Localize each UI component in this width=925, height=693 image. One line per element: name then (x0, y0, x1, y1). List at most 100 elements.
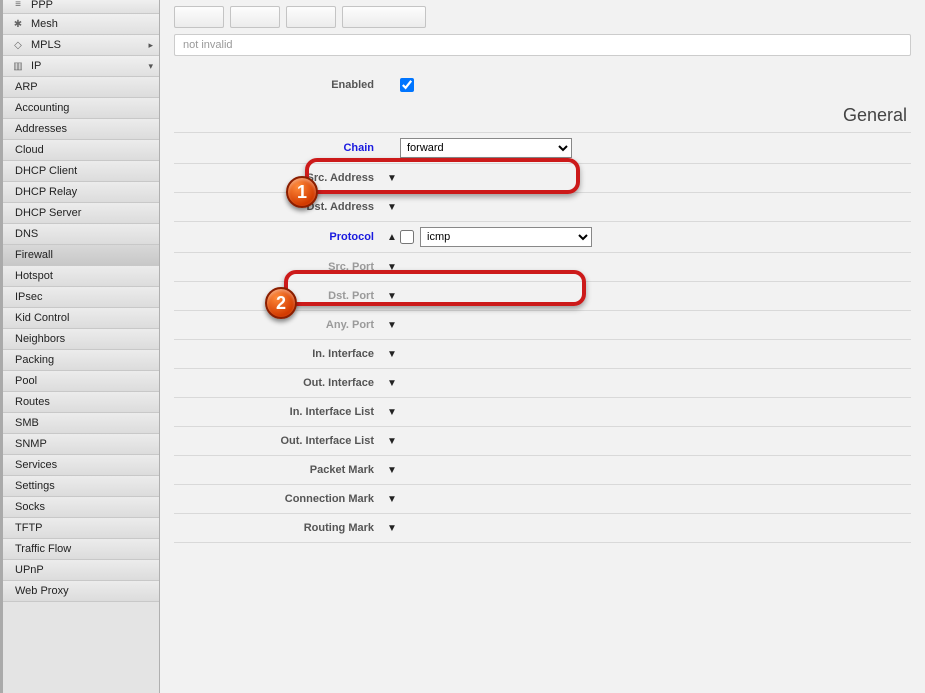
sidebar-item-label: Addresses (15, 123, 67, 135)
sidebar-item-addresses[interactable]: Addresses (3, 119, 159, 140)
sidebar-item-label: UPnP (15, 564, 44, 576)
sidebar: ≡ PPP ✱ Mesh ◇ MPLS ▸ ▥ IP ▾ ARP Accounti… (0, 0, 160, 693)
chevron-right-icon: ▸ (148, 40, 153, 51)
sidebar-item-label: Hotspot (15, 270, 53, 282)
sidebar-item-arp[interactable]: ARP (3, 77, 159, 98)
sidebar-item-ipsec[interactable]: IPsec (3, 287, 159, 308)
sidebar-item-upnp[interactable]: UPnP (3, 560, 159, 581)
row-out-interface-list: Out. Interface List ▼ (174, 427, 911, 456)
section-title: General (843, 105, 907, 126)
expand-toggle[interactable]: ▼ (384, 436, 400, 447)
sidebar-item-label: Pool (15, 375, 37, 387)
expand-toggle[interactable]: ▼ (384, 465, 400, 476)
sidebar-item-kid-control[interactable]: Kid Control (3, 308, 159, 329)
row-dst-address: Dst. Address ▼ (174, 193, 911, 222)
src-port-label: Src. Port (174, 261, 384, 273)
ip-icon: ▥ (11, 59, 25, 73)
sidebar-item-ppp[interactable]: ≡ PPP (3, 0, 159, 14)
sidebar-item-dhcp-client[interactable]: DHCP Client (3, 161, 159, 182)
mpls-icon: ◇ (11, 38, 25, 52)
enabled-checkbox[interactable] (400, 78, 414, 92)
sidebar-item-label: Neighbors (15, 333, 65, 345)
expand-toggle[interactable]: ▼ (384, 349, 400, 360)
mesh-icon: ✱ (11, 17, 25, 31)
expand-toggle[interactable]: ▼ (384, 378, 400, 389)
sidebar-item-label: ARP (15, 81, 38, 93)
sidebar-item-web-proxy[interactable]: Web Proxy (3, 581, 159, 602)
sidebar-item-label: DNS (15, 228, 38, 240)
protocol-select[interactable]: icmp (420, 227, 592, 247)
sidebar-item-traffic-flow[interactable]: Traffic Flow (3, 539, 159, 560)
row-in-interface: In. Interface ▼ (174, 340, 911, 369)
sidebar-item-mpls[interactable]: ◇ MPLS ▸ (3, 35, 159, 56)
sidebar-item-snmp[interactable]: SNMP (3, 434, 159, 455)
expand-toggle[interactable]: ▼ (384, 320, 400, 331)
sidebar-item-dhcp-relay[interactable]: DHCP Relay (3, 182, 159, 203)
row-any-port: Any. Port ▼ (174, 311, 911, 340)
expand-toggle[interactable]: ▼ (384, 494, 400, 505)
row-routing-mark: Routing Mark ▼ (174, 514, 911, 543)
collapse-toggle[interactable]: ▲ (384, 232, 400, 243)
row-enabled: Enabled (174, 70, 911, 99)
sidebar-item-smb[interactable]: SMB (3, 413, 159, 434)
sidebar-item-label: IP (31, 60, 41, 72)
toolbar-button[interactable] (230, 6, 280, 28)
packet-mark-label: Packet Mark (174, 464, 384, 476)
sidebar-item-label: IPsec (15, 291, 43, 303)
out-interface-list-label: Out. Interface List (174, 435, 384, 447)
sidebar-item-settings[interactable]: Settings (3, 476, 159, 497)
sidebar-item-label: Firewall (15, 249, 53, 261)
toolbar (174, 6, 911, 28)
sidebar-item-label: Routes (15, 396, 50, 408)
expand-toggle[interactable]: ▼ (384, 523, 400, 534)
sidebar-item-services[interactable]: Services (3, 455, 159, 476)
sidebar-item-socks[interactable]: Socks (3, 497, 159, 518)
sidebar-item-label: MPLS (31, 39, 61, 51)
row-protocol: Protocol ▲ icmp (174, 222, 911, 253)
sidebar-item-hotspot[interactable]: Hotspot (3, 266, 159, 287)
row-chain: Chain forward (174, 133, 911, 164)
enabled-label: Enabled (174, 79, 384, 91)
expand-toggle[interactable]: ▼ (384, 291, 400, 302)
chevron-down-icon: ▾ (148, 61, 153, 72)
sidebar-item-tftp[interactable]: TFTP (3, 518, 159, 539)
sidebar-item-packing[interactable]: Packing (3, 350, 159, 371)
toolbar-button[interactable] (286, 6, 336, 28)
sidebar-item-label: DHCP Client (15, 165, 77, 177)
chain-select[interactable]: forward (400, 138, 572, 158)
sidebar-item-label: Services (15, 459, 57, 471)
sidebar-item-accounting[interactable]: Accounting (3, 98, 159, 119)
main-panel: not invalid Enabled General Chain forwar… (160, 0, 925, 693)
expand-toggle[interactable]: ▼ (384, 202, 400, 213)
toolbar-button[interactable] (342, 6, 426, 28)
sidebar-item-label: Traffic Flow (15, 543, 71, 555)
protocol-negate-checkbox[interactable] (400, 230, 414, 244)
sidebar-item-pool[interactable]: Pool (3, 371, 159, 392)
dst-port-label: Dst. Port (174, 290, 384, 302)
expand-toggle[interactable]: ▼ (384, 262, 400, 273)
sidebar-item-label: SMB (15, 417, 39, 429)
row-src-address: Src. Address ▼ (174, 164, 911, 193)
expand-toggle[interactable]: ▼ (384, 407, 400, 418)
ppp-icon: ≡ (11, 0, 25, 12)
expand-toggle[interactable]: ▼ (384, 173, 400, 184)
out-interface-label: Out. Interface (174, 377, 384, 389)
sidebar-item-firewall[interactable]: Firewall (3, 245, 159, 266)
toolbar-button[interactable] (174, 6, 224, 28)
sidebar-item-label: Cloud (15, 144, 44, 156)
ip-submenu: ARP Accounting Addresses Cloud DHCP Client DH… (3, 77, 159, 602)
row-connection-mark: Connection Mark ▼ (174, 485, 911, 514)
sidebar-item-dhcp-server[interactable]: DHCP Server (3, 203, 159, 224)
sidebar-item-neighbors[interactable]: Neighbors (3, 329, 159, 350)
protocol-label: Protocol (174, 231, 384, 243)
row-out-interface: Out. Interface ▼ (174, 369, 911, 398)
sidebar-item-routes[interactable]: Routes (3, 392, 159, 413)
row-in-interface-list: In. Interface List ▼ (174, 398, 911, 427)
in-interface-label: In. Interface (174, 348, 384, 360)
sidebar-item-cloud[interactable]: Cloud (3, 140, 159, 161)
sidebar-item-dns[interactable]: DNS (3, 224, 159, 245)
sidebar-item-label: Accounting (15, 102, 69, 114)
filter-bar[interactable]: not invalid (174, 34, 911, 56)
sidebar-item-mesh[interactable]: ✱ Mesh (3, 14, 159, 35)
sidebar-item-ip[interactable]: ▥ IP ▾ (3, 56, 159, 77)
